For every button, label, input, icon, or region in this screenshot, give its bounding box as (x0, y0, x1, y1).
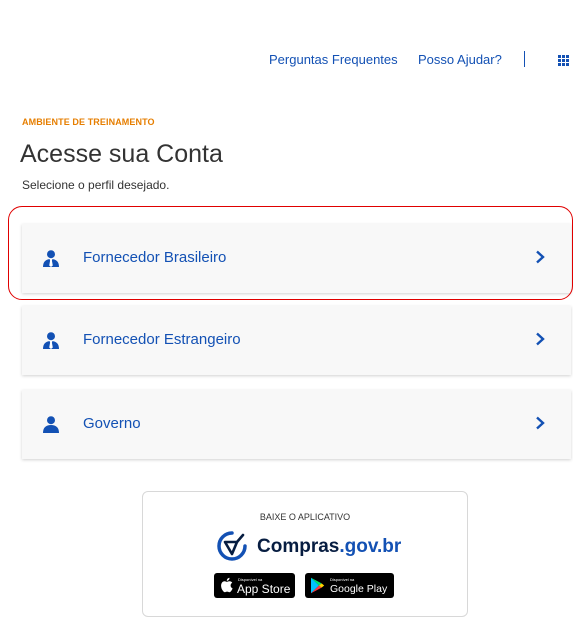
brand-name-domain: .gov.br (339, 536, 402, 557)
app-download-caption: BAIXE O APLICATIVO (259, 512, 351, 522)
google-play-small-text: Disponível na (330, 577, 355, 582)
app-store-badge[interactable]: Disponível na App Store (214, 573, 295, 598)
compras-logo-icon (215, 530, 249, 567)
help-link[interactable]: Posso Ajudar? (418, 52, 502, 67)
profile-card-governo[interactable]: Governo (22, 390, 571, 459)
faq-link[interactable]: Perguntas Frequentes (269, 52, 398, 67)
profile-label: Fornecedor Brasileiro (83, 249, 227, 266)
google-play-badge[interactable]: Disponível na Google Play (305, 573, 394, 598)
profile-label: Governo (83, 415, 141, 432)
apple-icon (220, 577, 233, 598)
top-navigation: Perguntas Frequentes Posso Ajudar? (0, 51, 573, 72)
user-icon (42, 416, 60, 438)
profile-card-fornecedor-brasileiro[interactable]: Fornecedor Brasileiro (22, 224, 571, 293)
google-play-label: Google Play (330, 583, 388, 595)
brand-name: Compras.gov.br (257, 536, 401, 558)
user-tie-icon (42, 250, 60, 272)
app-download-box: BAIXE O APLICATIVO Compras.gov.br Dispon… (142, 491, 468, 617)
page-title: Acesse sua Conta (20, 140, 223, 168)
page-subtitle: Selecione o perfil desejado. (22, 178, 170, 192)
app-store-label: App Store (237, 582, 291, 596)
environment-label: AMBIENTE DE TREINAMENTO (22, 117, 155, 127)
nav-separator (524, 51, 525, 67)
chevron-right-icon (535, 416, 545, 435)
profile-card-fornecedor-estrangeiro[interactable]: Fornecedor Estrangeiro (22, 306, 571, 375)
profile-label: Fornecedor Estrangeiro (83, 331, 241, 348)
brand-name-main: Compras (257, 536, 340, 557)
google-play-icon (310, 577, 325, 599)
chevron-right-icon (535, 332, 545, 351)
user-tie-icon (42, 332, 60, 354)
chevron-right-icon (535, 250, 545, 269)
